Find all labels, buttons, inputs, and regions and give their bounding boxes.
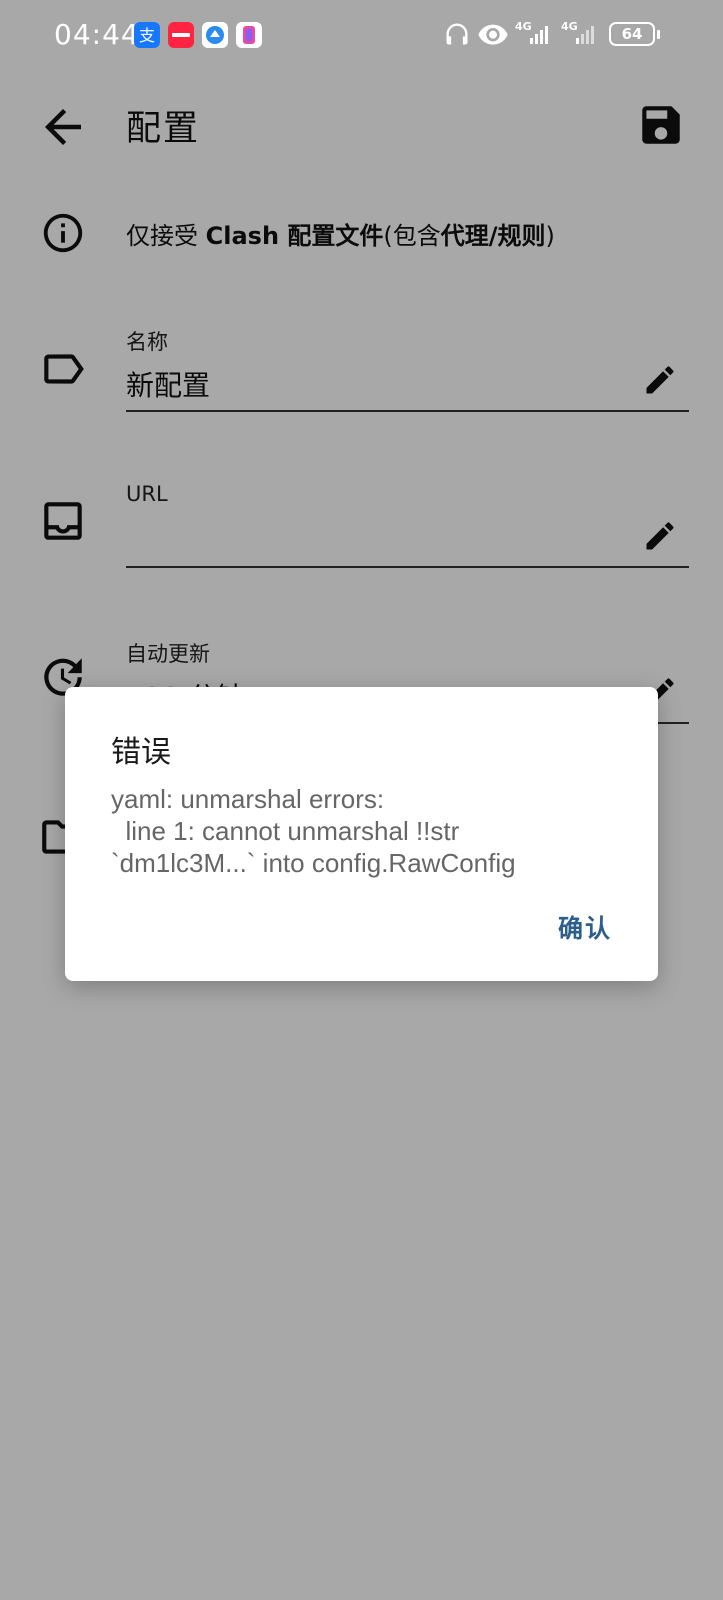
- battery-level: 64: [621, 25, 643, 43]
- battery-tip: [657, 30, 660, 39]
- error-dialog: 错误 yaml: unmarshal errors: line 1: canno…: [65, 687, 658, 981]
- dialog-confirm-button[interactable]: 确认: [558, 909, 612, 945]
- browser-icon: [202, 22, 228, 48]
- screen: 配置 仅接受 Clash 配置文件(包含代理/规则) 名称 新配置 URL 自动…: [0, 0, 723, 1600]
- status-bar: 04:44 支 4G 4G 64: [0, 0, 723, 72]
- status-time: 04:44: [54, 18, 140, 51]
- signal-icon-1: [530, 26, 548, 44]
- signal-icon-2: [576, 26, 594, 44]
- dialog-title: 错误: [111, 735, 171, 770]
- xiaohongshu-icon: [168, 22, 194, 48]
- status-right-group: 4G 4G 64: [443, 18, 673, 50]
- battery-indicator: 64: [609, 22, 655, 46]
- headphones-icon: [446, 23, 468, 45]
- alipay-icon: 支: [134, 22, 160, 48]
- eye-icon: [478, 24, 508, 45]
- dialog-message: yaml: unmarshal errors: line 1: cannot u…: [111, 784, 516, 878]
- svg-text:支: 支: [139, 26, 155, 45]
- gallery-app-icon: [236, 22, 262, 48]
